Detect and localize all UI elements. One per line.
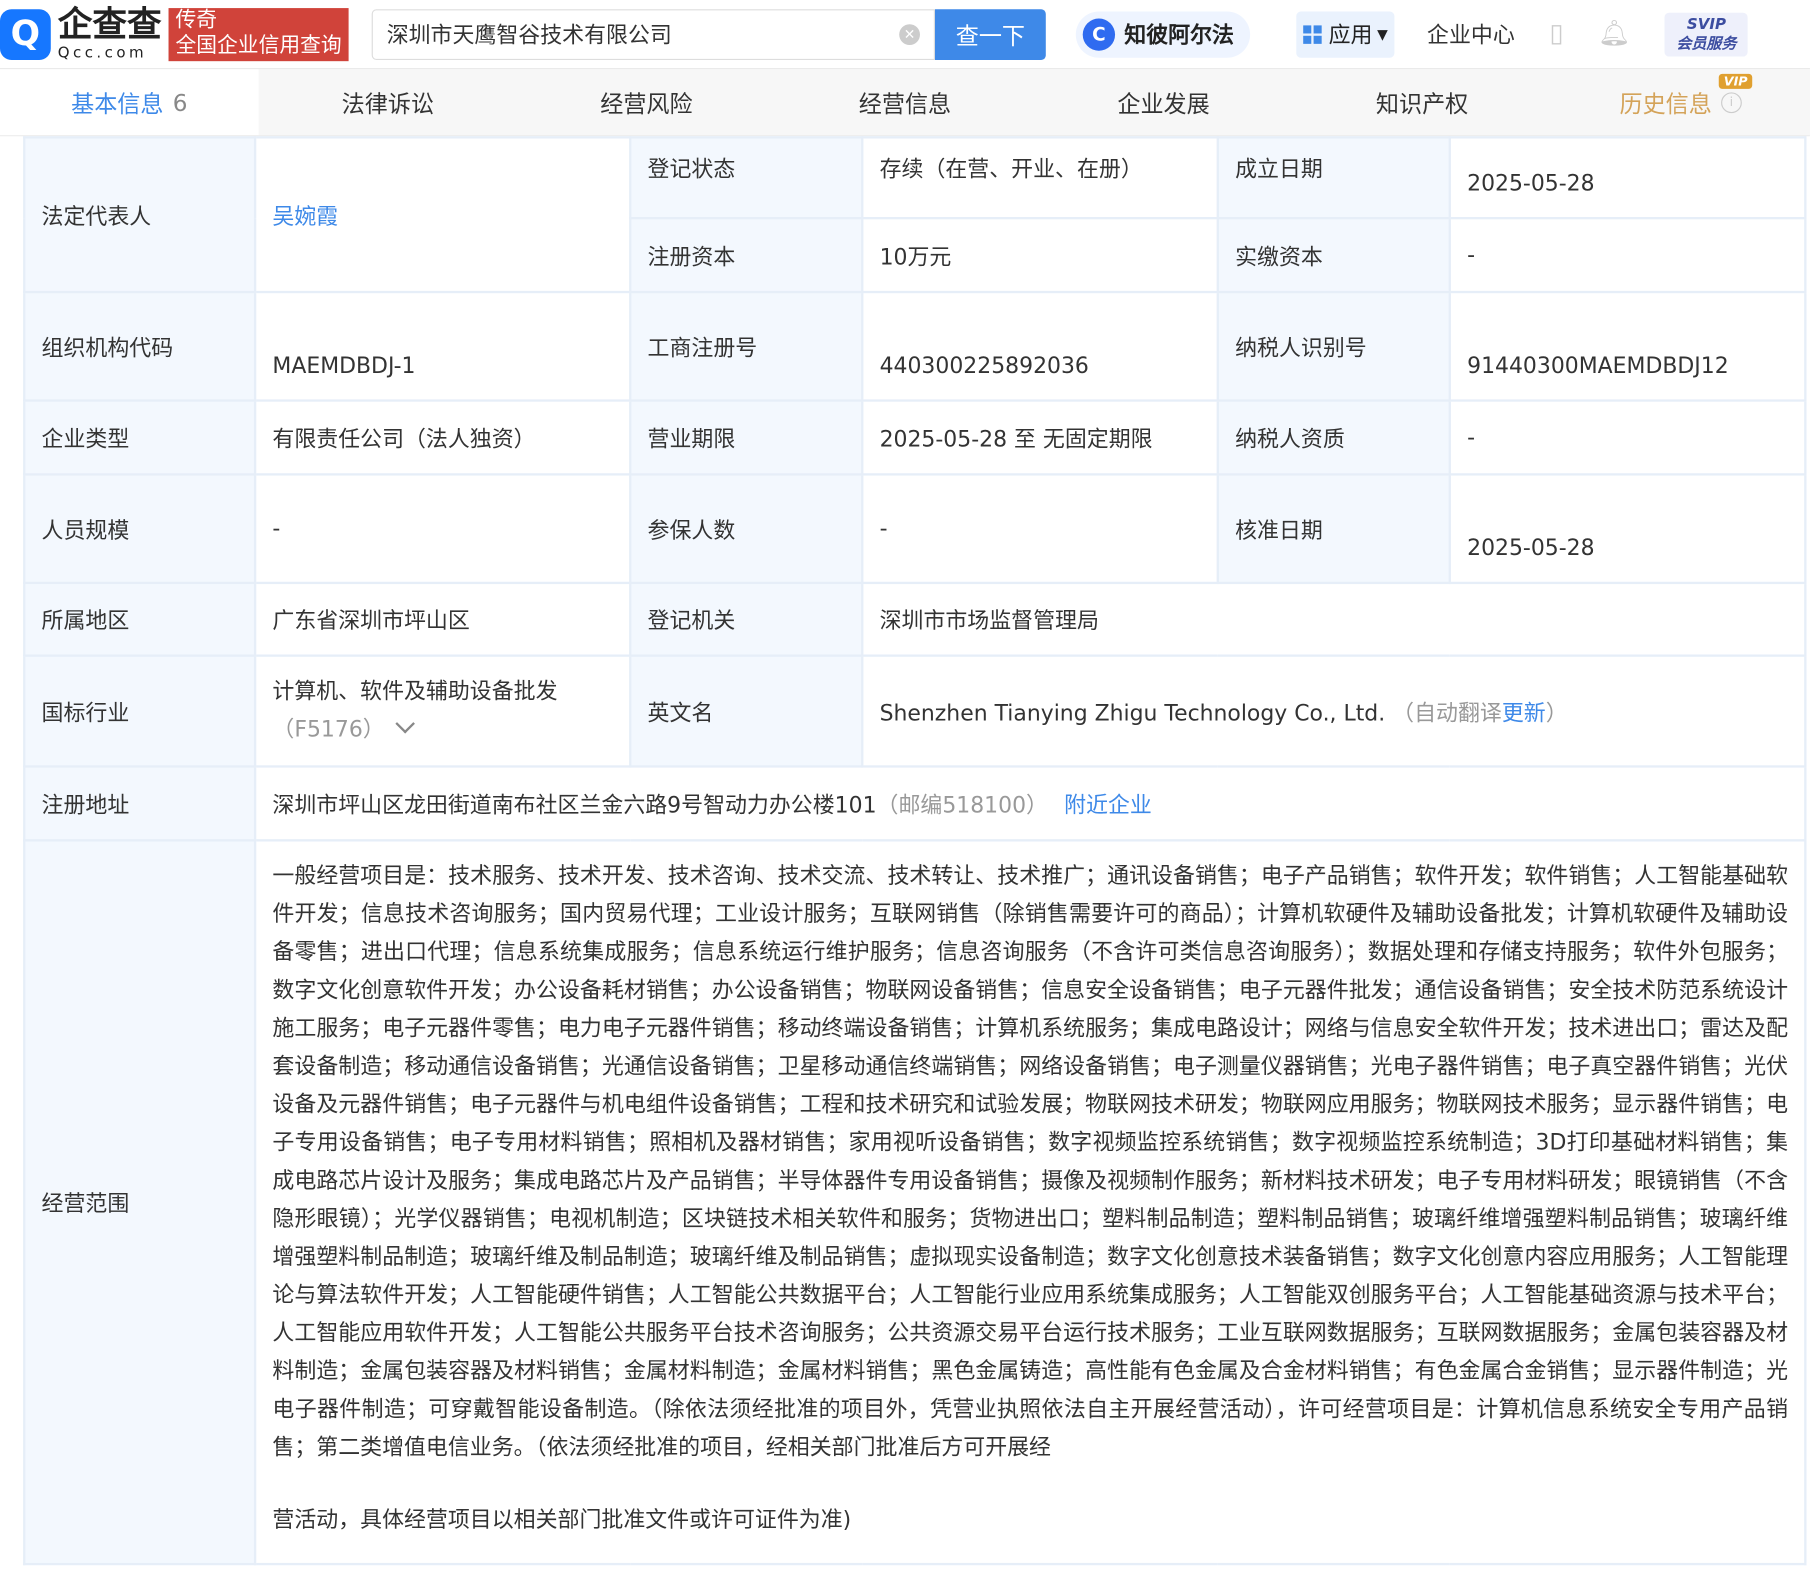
region-label: 所属地区 bbox=[23, 581, 257, 657]
term: 2025-05-28 至 无固定期限 bbox=[861, 399, 1219, 476]
bell-icon[interactable]: 🔔︎ bbox=[1598, 20, 1630, 49]
enterprise-center-link[interactable]: 企业中心 bbox=[1427, 18, 1515, 49]
vip-badge: VIP bbox=[1719, 73, 1753, 89]
top-bar: Q 企查查 Qcc.com 传奇 全国企业信用查询 深圳市天鹰智谷技术有限公司 ✕ 查… bbox=[0, 0, 1810, 70]
reg-capital-label: 注册资本 bbox=[629, 217, 864, 294]
search-input[interactable]: 深圳市天鹰智谷技术有限公司 ✕ bbox=[371, 8, 935, 60]
founded: 2025-05-28 bbox=[1448, 136, 1807, 220]
company-type-label: 企业类型 bbox=[23, 399, 257, 476]
business-scope: 一般经营项目是：技术服务、技术开发、技术咨询、技术交流、技术转让、技术推广；通讯… bbox=[272, 863, 1789, 1461]
reg-capital: 10万元 bbox=[861, 217, 1219, 294]
taxpayer-qual: - bbox=[1448, 399, 1807, 476]
taxpayer-id: 91440300MAEMDBDJ12 bbox=[1448, 290, 1807, 402]
tab-history[interactable]: VIP 历史信息 i bbox=[1551, 69, 1810, 135]
ad-banner[interactable]: 传奇 全国企业信用查询 bbox=[168, 7, 349, 61]
tab-bar: 基本信息 6 法律诉讼 经营风险 经营信息 企业发展 知识产权 VIP 历史信息 i bbox=[0, 69, 1810, 137]
region: 广东省深圳市坪山区 bbox=[253, 581, 632, 657]
svip-button[interactable]: SVIP 会员服务 bbox=[1664, 12, 1749, 56]
apps-label: 应用 bbox=[1328, 23, 1373, 49]
scope-label: 经营范围 bbox=[23, 839, 257, 1566]
english-name: Shenzhen Tianying Zhigu Technology Co., … bbox=[879, 700, 1386, 726]
close-paren: ） bbox=[1545, 700, 1568, 726]
address-cell: 深圳市坪山区龙田街道南布社区兰金六路9号智动力办公楼101（邮编518100） 附… bbox=[253, 765, 1807, 842]
legal-rep-cell: 吴婉霞 bbox=[253, 136, 632, 294]
industry: 计算机、软件及辅助设备批发 bbox=[272, 678, 558, 705]
business-scope-tail: 营活动，具体经营项目以相关部门批准文件或许可证件为准) bbox=[272, 1507, 852, 1533]
tab-label: 知识产权 bbox=[1375, 90, 1469, 118]
industry-cell: 计算机、软件及辅助设备批发 （F5176） bbox=[253, 654, 632, 768]
svip-sub: 会员服务 bbox=[1676, 35, 1737, 53]
info-icon[interactable]: i bbox=[1721, 91, 1742, 113]
tab-risk[interactable]: 经营风险 bbox=[517, 69, 776, 135]
legal-rep-label: 法定代表人 bbox=[23, 136, 257, 294]
taxpayer-id-label: 纳税人识别号 bbox=[1216, 290, 1451, 402]
org-code-label: 组织机构代码 bbox=[23, 290, 257, 402]
paid-capital-label: 实缴资本 bbox=[1216, 217, 1451, 294]
svip-label: SVIP bbox=[1686, 15, 1726, 33]
reg-status-label: 登记状态 bbox=[629, 136, 864, 220]
qcc-logo-icon: Q bbox=[0, 8, 51, 60]
tab-label: 基本信息 bbox=[71, 90, 164, 118]
tab-label: 历史信息 bbox=[1619, 90, 1712, 118]
clear-icon[interactable]: ✕ bbox=[899, 23, 920, 45]
nearby-companies-link[interactable]: 附近企业 bbox=[1064, 792, 1152, 817]
update-link[interactable]: 更新 bbox=[1502, 700, 1546, 725]
tab-label: 经营信息 bbox=[858, 90, 952, 118]
tab-label: 经营风险 bbox=[600, 90, 693, 118]
auto-translate-note: （自动翻译 bbox=[1392, 700, 1502, 726]
authority: 深圳市市场监督管理局 bbox=[861, 581, 1807, 657]
insured: - bbox=[861, 473, 1219, 585]
mobile-icon[interactable]: ▯ bbox=[1549, 20, 1563, 49]
authority-label: 登记机关 bbox=[629, 581, 864, 657]
taxpayer-qual-label: 纳税人资质 bbox=[1216, 399, 1451, 476]
tab-development[interactable]: 企业发展 bbox=[1034, 69, 1293, 135]
approval-date: 2025-05-28 bbox=[1448, 473, 1807, 585]
english-name-cell: Shenzhen Tianying Zhigu Technology Co., … bbox=[861, 654, 1807, 768]
company-type: 有限责任公司（法人独资） bbox=[253, 399, 632, 476]
term-label: 营业期限 bbox=[629, 399, 864, 476]
industry-label: 国标行业 bbox=[23, 654, 257, 768]
staff-size-label: 人员规模 bbox=[23, 473, 257, 585]
staff-size: - bbox=[253, 473, 632, 585]
chevron-down-icon[interactable] bbox=[395, 713, 416, 734]
search-value: 深圳市天鹰智谷技术有限公司 bbox=[386, 23, 672, 49]
ad-line1: 传奇 bbox=[175, 7, 218, 32]
founded-label: 成立日期 bbox=[1216, 136, 1451, 220]
reg-status: 存续（在营、开业、在册） bbox=[861, 136, 1219, 220]
qcc-logo[interactable]: Q 企查查 Qcc.com bbox=[0, 4, 162, 62]
search-button[interactable]: 查一下 bbox=[934, 8, 1046, 60]
tab-count: 6 bbox=[172, 88, 188, 117]
logo-text: 企查查 bbox=[57, 4, 162, 45]
paid-capital: - bbox=[1448, 217, 1807, 294]
tab-label: 企业发展 bbox=[1117, 90, 1210, 118]
address-label: 注册地址 bbox=[23, 765, 257, 842]
industry-code: （F5176） bbox=[272, 716, 385, 743]
tab-operations[interactable]: 经营信息 bbox=[776, 69, 1035, 135]
approval-date-label: 核准日期 bbox=[1216, 473, 1451, 585]
zhibi-button[interactable]: C 知彼阿尔法 bbox=[1075, 10, 1251, 58]
caret-down-icon: ▼ bbox=[1377, 25, 1388, 43]
english-name-label: 英文名 bbox=[629, 654, 864, 768]
address: 深圳市坪山区龙田街道南布社区兰金六路9号智动力办公楼101 bbox=[272, 792, 877, 818]
biz-reg-no: 440300225892036 bbox=[861, 290, 1219, 402]
apps-grid-icon bbox=[1303, 24, 1322, 44]
ad-line2: 全国企业信用查询 bbox=[175, 32, 342, 58]
apps-menu[interactable]: 应用 ▼ bbox=[1296, 10, 1395, 58]
tab-legal[interactable]: 法律诉讼 bbox=[259, 69, 518, 135]
zhibi-icon: C bbox=[1082, 17, 1116, 51]
tab-label: 法律诉讼 bbox=[341, 90, 435, 118]
legal-rep-link[interactable]: 吴婉霞 bbox=[272, 204, 338, 229]
scope-cell: 一般经营项目是：技术服务、技术开发、技术咨询、技术交流、技术转让、技术推广；通讯… bbox=[253, 839, 1807, 1566]
postcode: （邮编518100） bbox=[876, 792, 1048, 818]
insured-label: 参保人数 bbox=[629, 473, 864, 585]
tab-ip[interactable]: 知识产权 bbox=[1293, 69, 1552, 135]
org-code: MAEMDBDJ-1 bbox=[253, 290, 632, 402]
logo-domain: Qcc.com bbox=[57, 44, 148, 62]
biz-reg-no-label: 工商注册号 bbox=[629, 290, 864, 402]
zhibi-label: 知彼阿尔法 bbox=[1124, 23, 1234, 49]
basic-info-table: 法定代表人 吴婉霞 登记状态 存续（在营、开业、在册） 成立日期 2025-05… bbox=[23, 136, 1807, 1566]
tab-basic-info[interactable]: 基本信息 6 bbox=[0, 69, 259, 136]
